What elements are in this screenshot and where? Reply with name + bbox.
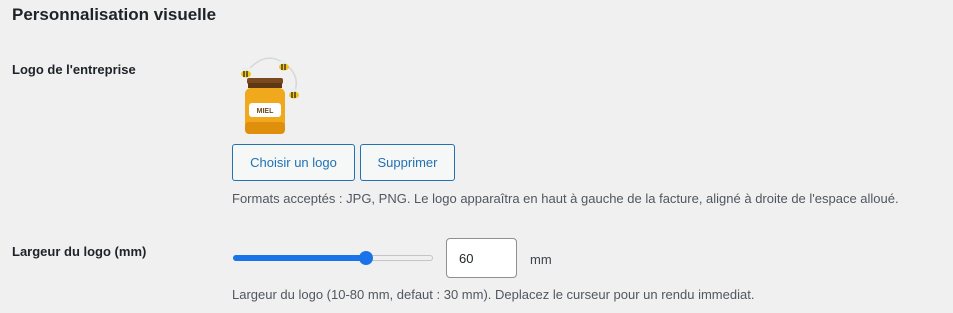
bee-icon xyxy=(241,67,251,78)
logo-help-text: Formats acceptés : JPG, PNG. Le logo app… xyxy=(232,191,899,206)
logo-width-label: Largeur du logo (mm) xyxy=(12,244,147,259)
logo-preview: MIEL xyxy=(236,52,308,136)
choose-logo-button[interactable]: Choisir un logo xyxy=(232,144,355,181)
logo-width-slider[interactable] xyxy=(233,250,433,266)
honey-jar-logo-icon: MIEL xyxy=(241,57,299,134)
slider-thumb[interactable] xyxy=(359,251,373,265)
width-help-text: Largeur du logo (10-80 mm, defaut : 30 m… xyxy=(232,287,755,302)
slider-fill xyxy=(233,255,366,261)
bee-icon xyxy=(279,60,289,71)
remove-logo-button[interactable]: Supprimer xyxy=(360,144,455,181)
logo-label: Logo de l'entreprise xyxy=(12,62,136,77)
section-title: Personnalisation visuelle xyxy=(12,5,217,24)
jar-label-text: MIEL xyxy=(257,108,274,115)
unit-label: mm xyxy=(530,252,552,267)
logo-width-input[interactable] xyxy=(446,238,517,278)
bee-icon xyxy=(289,88,299,99)
